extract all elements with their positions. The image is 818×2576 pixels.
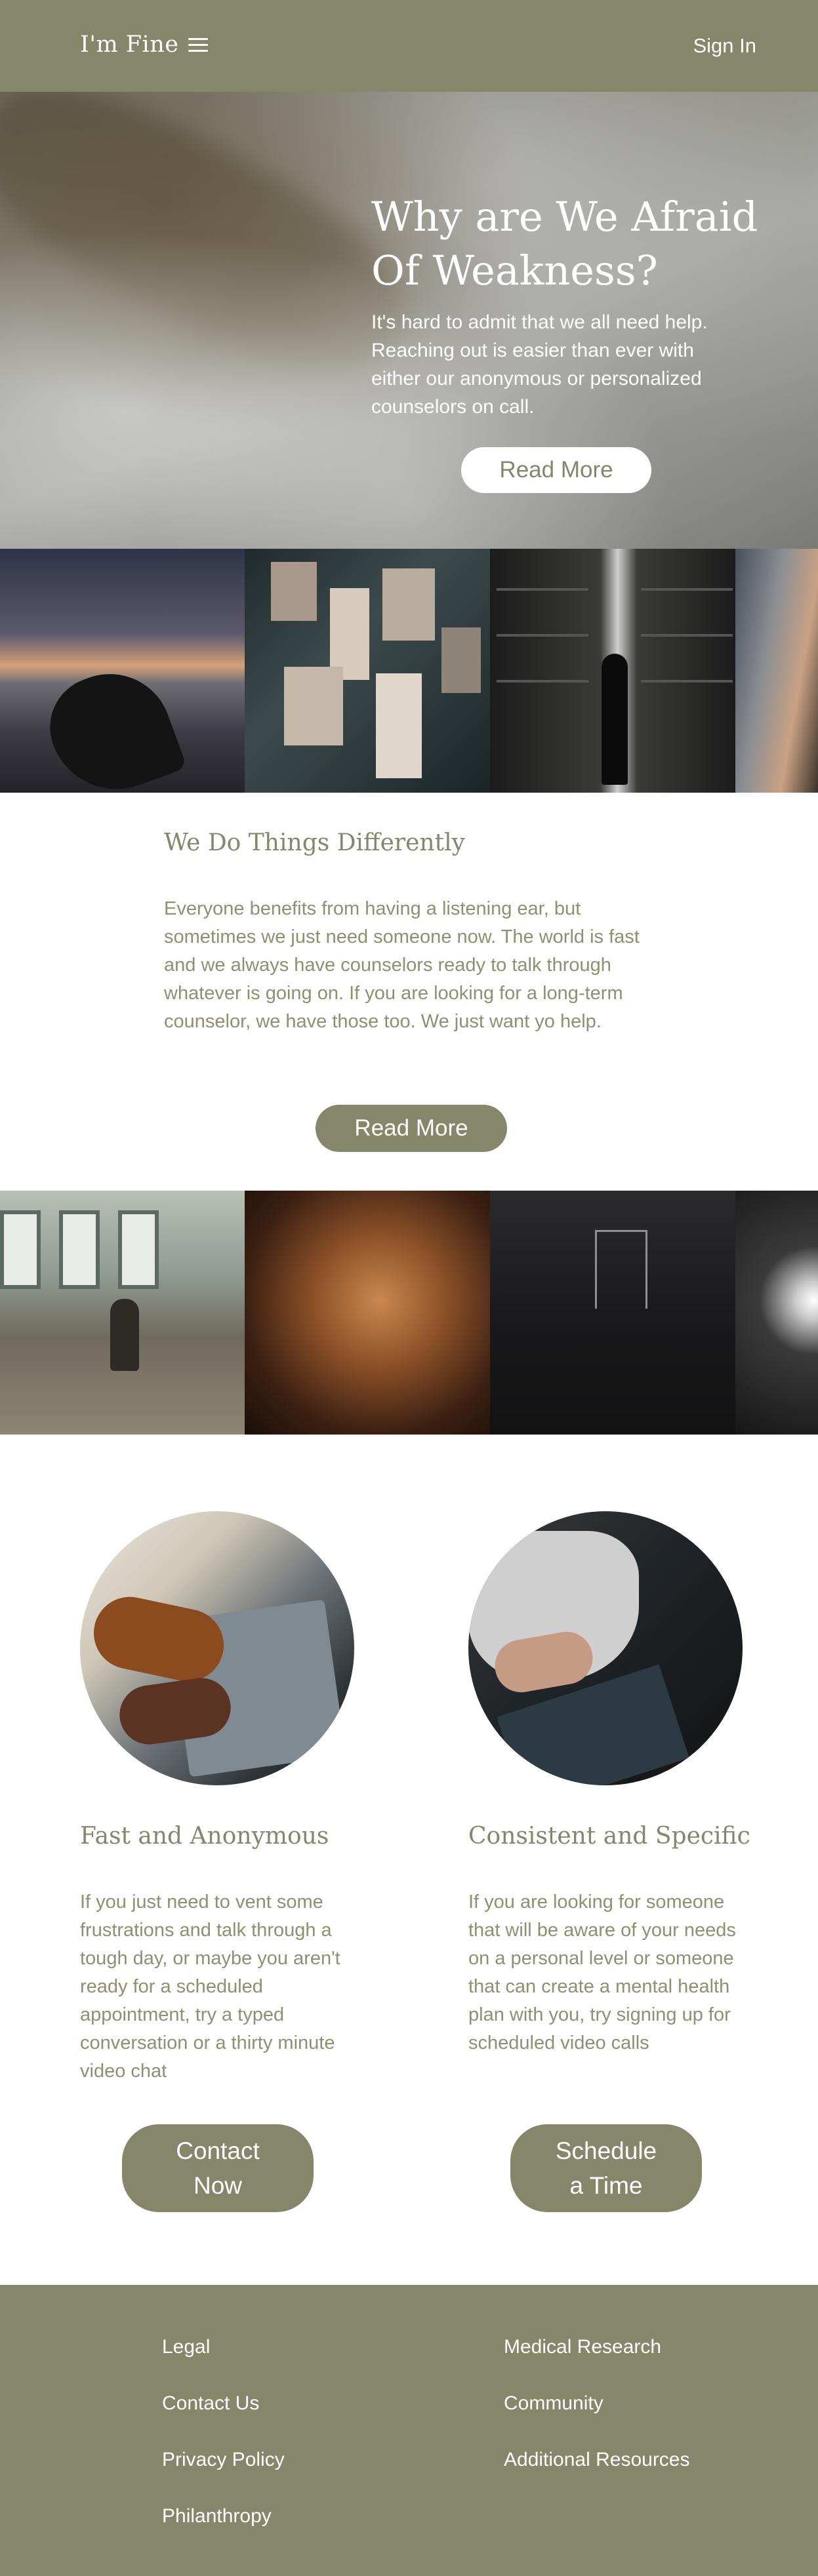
- photo-library-aisle: [490, 549, 735, 793]
- site-logo[interactable]: I'm Fine: [80, 31, 208, 58]
- contact-now-button[interactable]: Contact Now: [122, 2124, 314, 2212]
- contact-now-line2: Now: [193, 2172, 242, 2199]
- hero-read-more-button[interactable]: Read More: [461, 447, 651, 493]
- site-footer: Legal Contact Us Privacy Policy Philanth…: [0, 2285, 818, 2576]
- sign-in-link[interactable]: Sign In: [693, 34, 756, 58]
- photo-strip-top: [0, 549, 818, 793]
- footer-link-privacy-policy[interactable]: Privacy Policy: [162, 2449, 285, 2471]
- photo-person-partial: [735, 549, 818, 793]
- contact-now-line1: Contact: [176, 2137, 260, 2164]
- site-header: I'm Fine Sign In: [0, 0, 818, 92]
- photo-hand-sunset: [0, 549, 245, 793]
- hero-text: It's hard to admit that we all need help…: [371, 311, 708, 418]
- about-title: We Do Things Differently: [164, 829, 465, 856]
- footer-link-community[interactable]: Community: [504, 2392, 603, 2415]
- photo-dark-light: [735, 1191, 818, 1435]
- option-text-fast: If you just need to vent some frustratio…: [80, 1892, 340, 2082]
- option-title-fast: Fast and Anonymous: [80, 1823, 329, 1850]
- photo-woman-portrait: [245, 1191, 490, 1435]
- photo-abandoned-classroom: [0, 1191, 245, 1435]
- photo-dark-room-chair: [490, 1191, 735, 1435]
- hamburger-menu-icon[interactable]: [188, 37, 208, 52]
- schedule-time-button[interactable]: Schedule a Time: [510, 2124, 702, 2212]
- hero-title: Why are We Afraid Of Weakness?: [371, 193, 758, 294]
- about-read-more-button[interactable]: Read More: [316, 1105, 507, 1152]
- footer-link-medical-research[interactable]: Medical Research: [504, 2336, 661, 2358]
- schedule-time-line2: a Time: [569, 2172, 643, 2199]
- about-text: Everyone benefits from having a listenin…: [164, 898, 640, 1032]
- photo-city-aerial: [245, 549, 490, 793]
- photo-strip-bottom: [0, 1191, 818, 1435]
- schedule-time-line1: Schedule: [555, 2137, 657, 2164]
- footer-link-legal[interactable]: Legal: [162, 2336, 210, 2358]
- photo-laptop-dark: [468, 1511, 743, 1785]
- logo-text[interactable]: I'm Fine: [80, 31, 179, 58]
- hero-section: Why are We Afraid Of Weakness? It's hard…: [0, 92, 818, 549]
- photo-typing-laptop: [80, 1511, 354, 1785]
- option-title-consistent: Consistent and Specific: [468, 1823, 750, 1850]
- footer-link-philanthropy[interactable]: Philanthropy: [162, 2505, 272, 2527]
- option-text-consistent: If you are looking for someone that will…: [468, 1892, 736, 2053]
- footer-link-additional-resources[interactable]: Additional Resources: [504, 2449, 690, 2471]
- footer-link-contact-us[interactable]: Contact Us: [162, 2392, 259, 2415]
